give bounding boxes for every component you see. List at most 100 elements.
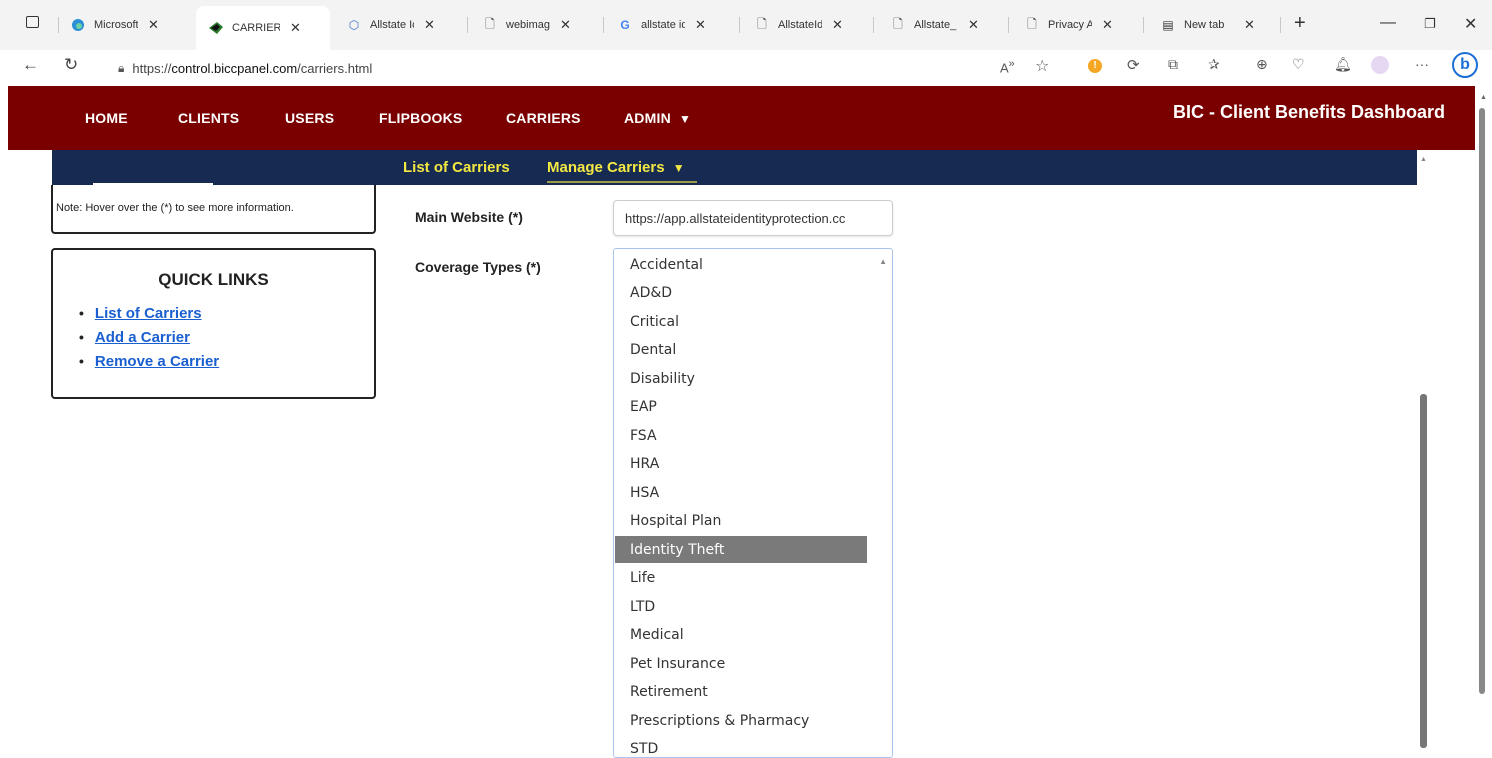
subnav-manage-carriers[interactable]: Manage Carriers ▼ bbox=[547, 159, 685, 176]
coverage-option[interactable]: Prescriptions & Pharmacy bbox=[615, 707, 867, 734]
list-item: Add a Carrier bbox=[79, 325, 219, 349]
sidebar-note-box: Note: Hover over the (*) to see more inf… bbox=[51, 185, 376, 234]
favorites-icon[interactable]: ✰ bbox=[1208, 56, 1220, 73]
minimize-icon[interactable]: — bbox=[1380, 14, 1396, 32]
tab-microsoft[interactable]: Microsoft ✕ bbox=[70, 9, 159, 41]
page-icon: 🗋 bbox=[754, 17, 770, 33]
coverage-types-select[interactable]: ▲ AccidentalAD&DCriticalDentalDisability… bbox=[613, 248, 893, 758]
tab-webimag[interactable]: 🗋 webimag ✕ bbox=[482, 9, 571, 41]
coverage-option[interactable]: FSA bbox=[615, 422, 867, 449]
favorite-star-icon[interactable]: ☆ bbox=[1035, 56, 1049, 76]
collections-icon[interactable]: ⊕ bbox=[1256, 56, 1268, 73]
nav-clients[interactable]: CLIENTS bbox=[178, 110, 239, 126]
subnav-manage-label: Manage Carriers bbox=[547, 159, 665, 176]
read-aloud-icon[interactable]: A» bbox=[1000, 58, 1015, 75]
coverage-types-label: Coverage Types (*) bbox=[415, 259, 541, 275]
site-title: BIC - Client Benefits Dashboard bbox=[1173, 102, 1445, 123]
url-field[interactable]: 🔒︎ https://control.biccpanel.com/carrier… bbox=[102, 54, 1062, 82]
close-icon[interactable]: ✕ bbox=[832, 17, 843, 33]
list-item: List of Carriers bbox=[79, 301, 219, 325]
browser-tab-bar: Microsoft ✕ CARRIERS ✕ ⬡ Allstate Ic ✕ 🗋… bbox=[0, 0, 1492, 50]
url-path: /carriers.html bbox=[297, 61, 372, 76]
url-domain: control.biccpanel.com bbox=[171, 61, 297, 76]
scroll-up-arrow-icon[interactable]: ▲ bbox=[1420, 156, 1427, 163]
tab-allstate-underscore[interactable]: 🗋 Allstate_ ✕ bbox=[890, 9, 979, 41]
nav-admin[interactable]: ADMIN ▼ bbox=[624, 110, 691, 126]
more-menu-icon[interactable]: ··· bbox=[1415, 56, 1429, 72]
page-scrollbar[interactable]: ▲ bbox=[1475, 86, 1492, 748]
page-icon: 🗋 bbox=[890, 17, 906, 33]
url-prefix: https:// bbox=[132, 61, 171, 76]
close-icon[interactable]: ✕ bbox=[695, 17, 706, 33]
new-tab-plus-icon[interactable]: + bbox=[1294, 12, 1306, 35]
close-icon[interactable]: ✕ bbox=[148, 17, 159, 33]
list-item: Remove a Carrier bbox=[79, 349, 219, 373]
window-close-icon[interactable]: ✕ bbox=[1464, 14, 1477, 34]
lock-icon: 🔒︎ bbox=[118, 61, 124, 76]
notifications-icon[interactable]: 🔔︎ bbox=[1334, 56, 1352, 73]
coverage-option[interactable]: Identity Theft bbox=[615, 536, 867, 563]
tab-allstateid[interactable]: 🗋 AllstateId ✕ bbox=[754, 9, 843, 41]
coverage-option[interactable]: Hospital Plan bbox=[615, 508, 867, 535]
coverage-option[interactable]: Life bbox=[615, 565, 867, 592]
content-scrollbar[interactable]: ▲ bbox=[1417, 150, 1432, 748]
bing-copilot-icon[interactable]: b bbox=[1452, 52, 1478, 78]
tab-carriers[interactable]: CARRIERS ✕ bbox=[196, 6, 330, 50]
tab-privacy[interactable]: 🗋 Privacy A ✕ bbox=[1024, 9, 1113, 41]
coverage-option[interactable]: LTD bbox=[615, 593, 867, 620]
scroll-up-arrow-icon[interactable]: ▲ bbox=[1480, 94, 1487, 101]
coverage-option[interactable]: AD&D bbox=[615, 280, 867, 307]
tab-google-allstate[interactable]: G allstate id ✕ bbox=[617, 9, 706, 41]
link-add-carrier[interactable]: Add a Carrier bbox=[95, 329, 190, 346]
coverage-option[interactable]: HRA bbox=[615, 451, 867, 478]
coverage-option[interactable]: Medical bbox=[615, 622, 867, 649]
coverage-option[interactable]: STD bbox=[615, 736, 867, 758]
refresh-icon[interactable]: ↻ bbox=[64, 55, 78, 75]
tab-allstate-ic[interactable]: ⬡ Allstate Ic ✕ bbox=[346, 9, 435, 41]
extension-warning-icon[interactable]: ! bbox=[1088, 59, 1102, 73]
caret-down-icon: ▼ bbox=[673, 161, 685, 175]
close-icon[interactable]: ✕ bbox=[424, 17, 435, 33]
scrollbar-thumb[interactable] bbox=[1479, 108, 1485, 694]
restore-icon[interactable]: ❐ bbox=[1424, 16, 1436, 32]
close-icon[interactable]: ✕ bbox=[1244, 17, 1255, 33]
nav-flipbooks[interactable]: FLIPBOOKS bbox=[379, 110, 462, 126]
link-remove-carrier[interactable]: Remove a Carrier bbox=[95, 353, 219, 370]
subnav-list-carriers[interactable]: List of Carriers bbox=[403, 159, 510, 176]
address-bar-row: ← ↻ 🔒︎ https://control.biccpanel.com/car… bbox=[0, 50, 1492, 86]
link-list-carriers[interactable]: List of Carriers bbox=[95, 305, 202, 322]
bic-logo-icon bbox=[208, 20, 224, 36]
coverage-option[interactable]: Dental bbox=[615, 337, 867, 364]
coverage-option[interactable]: HSA bbox=[615, 479, 867, 506]
tab-title: Privacy A bbox=[1048, 19, 1092, 31]
nav-carriers[interactable]: CARRIERS bbox=[506, 110, 581, 126]
shield-icon: ⬡ bbox=[346, 17, 362, 33]
close-icon[interactable]: ✕ bbox=[968, 17, 979, 33]
main-website-input[interactable]: https://app.allstateidentityprotection.c… bbox=[613, 200, 893, 236]
coverage-option[interactable]: Disability bbox=[615, 365, 867, 392]
nav-users[interactable]: USERS bbox=[285, 110, 334, 126]
carriers-subnav: List of Carriers Manage Carriers ▼ bbox=[52, 150, 1417, 185]
edge-icon bbox=[70, 17, 86, 33]
coverage-option[interactable]: Accidental bbox=[615, 251, 867, 278]
close-icon[interactable]: ✕ bbox=[1102, 17, 1113, 33]
coverage-option[interactable]: Pet Insurance bbox=[615, 650, 867, 677]
close-icon[interactable]: ✕ bbox=[560, 17, 571, 33]
extensions-icon[interactable]: ⟳ bbox=[1127, 56, 1140, 74]
scroll-up-arrow-icon[interactable]: ▲ bbox=[879, 257, 887, 266]
quick-links-list: List of Carriers Add a Carrier Remove a … bbox=[79, 301, 219, 373]
back-arrow-icon[interactable]: ← bbox=[22, 55, 39, 75]
profile-icon[interactable] bbox=[1371, 56, 1389, 74]
newtab-icon: ▤ bbox=[1160, 17, 1176, 33]
coverage-option[interactable]: Critical bbox=[615, 308, 867, 335]
coverage-option[interactable]: Retirement bbox=[615, 679, 867, 706]
split-screen-icon[interactable]: ⧉ bbox=[1168, 56, 1178, 73]
nav-home[interactable]: HOME bbox=[85, 110, 128, 126]
close-icon[interactable]: ✕ bbox=[290, 20, 301, 36]
coverage-option[interactable]: EAP bbox=[615, 394, 867, 421]
tab-new-tab[interactable]: ▤ New tab ✕ bbox=[1160, 9, 1255, 41]
tab-actions-icon[interactable] bbox=[26, 16, 39, 28]
browser-essentials-icon[interactable]: ♡ bbox=[1292, 56, 1305, 73]
tab-title: New tab bbox=[1184, 19, 1234, 31]
scrollbar-thumb[interactable] bbox=[1420, 394, 1427, 748]
